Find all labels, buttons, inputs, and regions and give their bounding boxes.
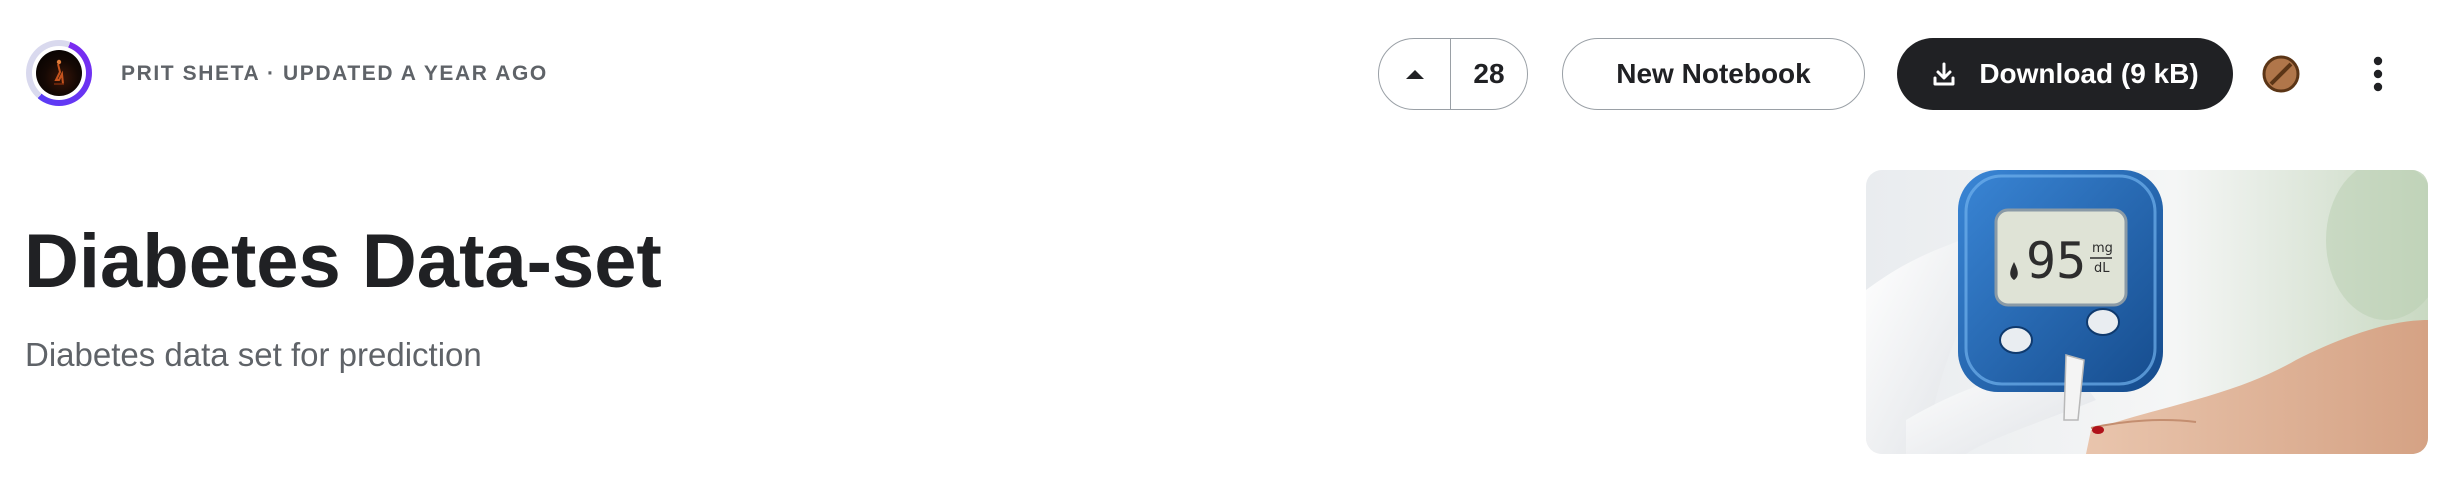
new-notebook-button[interactable]: New Notebook (1562, 38, 1865, 110)
new-notebook-label: New Notebook (1616, 58, 1811, 89)
dataset-badge-icon (2262, 55, 2300, 93)
author-name[interactable]: PRIT SHETA (121, 62, 260, 85)
dataset-badge[interactable] (2257, 50, 2305, 98)
meter-reading: 95 (2026, 232, 2086, 290)
dataset-cover-image: 95 mg dL (1866, 170, 2428, 454)
caret-up-icon (1405, 70, 1424, 79)
dataset-title: Diabetes Data-set (24, 219, 662, 304)
dataset-subtitle: Diabetes data set for prediction (25, 336, 482, 373)
meter-unit-bottom: dL (2094, 261, 2110, 276)
upvote-count: 28 (1473, 58, 1505, 89)
more-options-button[interactable] (2354, 50, 2402, 98)
author-avatar[interactable] (26, 40, 92, 106)
upvote-group: 28 (1378, 38, 1528, 110)
meter-unit-top: mg (2092, 241, 2113, 256)
dataset-byline: PRIT SHETA · UPDATED A YEAR AGO (121, 62, 548, 86)
download-icon (1933, 62, 1955, 86)
upvote-button[interactable] (1379, 39, 1451, 109)
byline-separator: · (266, 62, 276, 85)
avatar-image (36, 50, 82, 96)
more-vertical-icon (2373, 56, 2383, 92)
glucose-meter-illustration: 95 mg dL (1866, 170, 2428, 454)
avatar-frame (32, 46, 86, 100)
updated-time: UPDATED A YEAR AGO (282, 62, 548, 85)
avatar-figure-icon (54, 59, 64, 85)
download-label: Download (9 kB) (1979, 58, 2199, 89)
download-button[interactable]: Download (9 kB) (1897, 38, 2233, 110)
